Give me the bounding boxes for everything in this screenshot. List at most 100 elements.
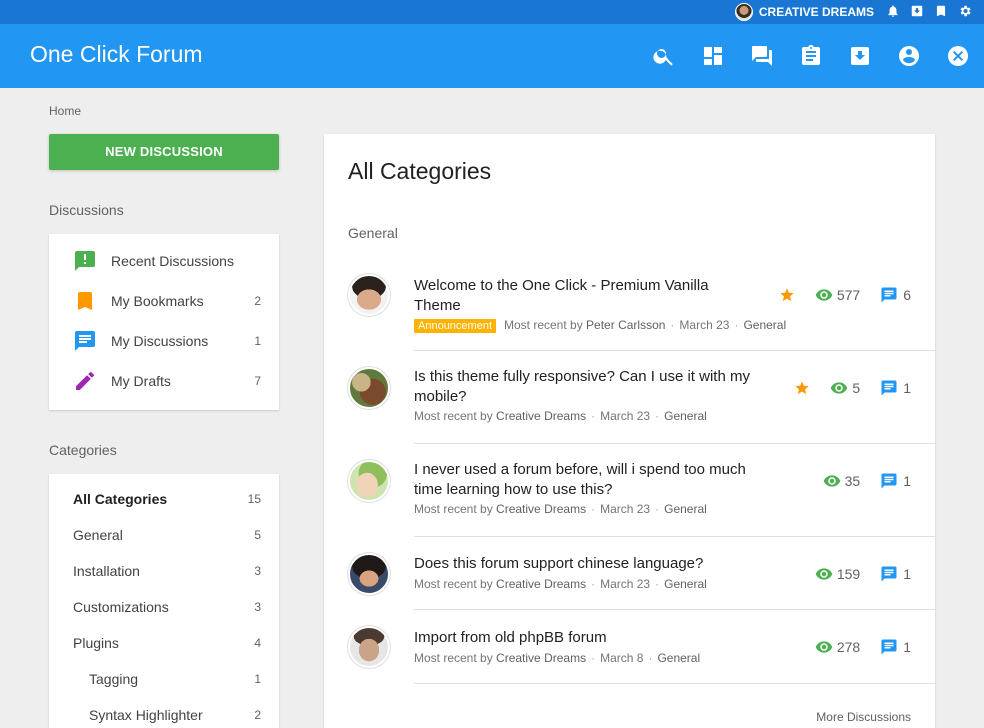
- category-label: Tagging: [89, 671, 139, 687]
- row-divider: [414, 683, 935, 684]
- comment-icon: [880, 472, 898, 490]
- category-label: General: [73, 527, 123, 543]
- category-count: 15: [247, 492, 261, 506]
- author-link[interactable]: Creative Dreams: [496, 651, 586, 665]
- download-icon[interactable]: [910, 4, 924, 18]
- author-link[interactable]: Creative Dreams: [496, 502, 586, 516]
- page-title: All Categories: [348, 158, 492, 184]
- discussion-stats: 577 6: [779, 286, 911, 304]
- comment-count: 1: [903, 380, 911, 396]
- discussion-meta: Most recent by Creative Dreams · March 23 ·…: [414, 577, 707, 591]
- announcement-badge: Announcement: [414, 319, 496, 333]
- avatar[interactable]: [348, 274, 390, 316]
- eye-icon: [830, 379, 848, 397]
- account-icon[interactable]: [897, 44, 921, 68]
- discussions-list-panel: All Categories General Welcome to the On…: [324, 134, 935, 728]
- search-icon[interactable]: [652, 44, 676, 68]
- breadcrumb[interactable]: Home: [49, 104, 81, 118]
- view-count: 577: [836, 287, 861, 303]
- sidebar-item-my-discussions[interactable]: My Discussions 1: [49, 321, 279, 361]
- category-subtitle[interactable]: General: [348, 225, 398, 241]
- category-label: Customizations: [73, 599, 169, 615]
- discussion-date: March 23: [679, 318, 730, 332]
- discussion-title[interactable]: I never used a forum before, will i spen…: [414, 460, 754, 500]
- category-item-syntax-highlighter[interactable]: Syntax Highlighter 2: [49, 697, 279, 728]
- avatar[interactable]: [348, 553, 390, 595]
- discussion-date: March 23: [600, 409, 651, 423]
- discussion-row[interactable]: Does this forum support chinese language…: [324, 537, 935, 610]
- discussion-row[interactable]: I never used a forum before, will i spen…: [324, 444, 935, 537]
- star-icon[interactable]: [779, 287, 795, 303]
- view-count: 5: [852, 380, 861, 396]
- category-item-all[interactable]: All Categories 15: [49, 481, 279, 517]
- star-icon[interactable]: [794, 380, 810, 396]
- discussion-title[interactable]: Does this forum support chinese language…: [414, 554, 754, 574]
- sidebar-item-count: 2: [254, 294, 261, 308]
- category-item-tagging[interactable]: Tagging 1: [49, 661, 279, 697]
- discussion-row[interactable]: Is this theme fully responsive? Can I us…: [324, 351, 935, 444]
- comment-count: 1: [903, 566, 911, 582]
- bookmark-icon[interactable]: [934, 4, 948, 18]
- category-count: 3: [254, 564, 261, 578]
- sidebar-item-my-bookmarks[interactable]: My Bookmarks 2: [49, 281, 279, 321]
- sidebar-item-recent-discussions[interactable]: Recent Discussions: [49, 241, 279, 281]
- discussion-title[interactable]: Is this theme fully responsive? Can I us…: [414, 367, 754, 407]
- discussion-row[interactable]: Import from old phpBB forum Most recent …: [324, 610, 935, 684]
- author-link[interactable]: Peter Carlsson: [586, 318, 665, 332]
- avatar[interactable]: [348, 460, 390, 502]
- category-link[interactable]: General: [743, 318, 786, 332]
- discussion-stats: 278 1: [815, 638, 911, 656]
- eye-icon: [815, 565, 833, 583]
- sidebar-item-label: Recent Discussions: [111, 253, 234, 269]
- user-menu[interactable]: CREATIVE DREAMS: [734, 3, 874, 21]
- download-box-icon[interactable]: [848, 44, 872, 68]
- recent-discussions-icon: [73, 249, 97, 273]
- category-count: 1: [254, 672, 261, 686]
- app-header: One Click Forum: [0, 24, 984, 88]
- discussions-panel: Recent Discussions My Bookmarks 2 My Dis…: [49, 234, 279, 410]
- top-bar: CREATIVE DREAMS: [0, 0, 984, 24]
- discussion-meta: Most recent by Creative Dreams · March 23 ·…: [414, 502, 707, 516]
- close-icon[interactable]: [946, 44, 970, 68]
- category-label: Syntax Highlighter: [89, 707, 203, 723]
- category-item-general[interactable]: General 5: [49, 517, 279, 553]
- author-link[interactable]: Creative Dreams: [496, 409, 586, 423]
- comment-icon: [880, 379, 898, 397]
- author-link[interactable]: Creative Dreams: [496, 577, 586, 591]
- most-recent-by-label: Most recent by: [414, 409, 493, 423]
- categories-panel: All Categories 15 General 5 Installation…: [49, 474, 279, 728]
- dashboard-icon[interactable]: [701, 44, 725, 68]
- pencil-icon: [73, 369, 97, 393]
- comment-count: 1: [903, 473, 911, 489]
- view-count: 278: [836, 639, 861, 655]
- clipboard-icon[interactable]: [799, 44, 823, 68]
- gear-icon[interactable]: [958, 4, 972, 18]
- discussion-title[interactable]: Import from old phpBB forum: [414, 628, 754, 648]
- discussion-row[interactable]: Welcome to the One Click - Premium Vanil…: [324, 260, 935, 351]
- sidebar-item-my-drafts[interactable]: My Drafts 7: [49, 361, 279, 401]
- category-link[interactable]: General: [664, 409, 707, 423]
- comment-icon: [73, 329, 97, 353]
- category-count: 4: [254, 636, 261, 650]
- category-link[interactable]: General: [657, 651, 700, 665]
- category-count: 5: [254, 528, 261, 542]
- category-link[interactable]: General: [664, 502, 707, 516]
- avatar[interactable]: [348, 626, 390, 668]
- category-item-installation[interactable]: Installation 3: [49, 553, 279, 589]
- category-link[interactable]: General: [664, 577, 707, 591]
- new-discussion-button[interactable]: NEW DISCUSSION: [49, 134, 279, 170]
- forum-icon[interactable]: [750, 44, 774, 68]
- comment-icon: [880, 286, 898, 304]
- bell-icon[interactable]: [886, 4, 900, 18]
- more-discussions-link[interactable]: More Discussions: [816, 710, 911, 724]
- sidebar-item-label: My Drafts: [111, 373, 171, 389]
- avatar[interactable]: [348, 367, 390, 409]
- categories-heading: Categories: [49, 442, 117, 458]
- discussion-title[interactable]: Welcome to the One Click - Premium Vanil…: [414, 276, 754, 316]
- site-title[interactable]: One Click Forum: [30, 41, 203, 68]
- category-label: Plugins: [73, 635, 119, 651]
- most-recent-by-label: Most recent by: [414, 651, 493, 665]
- category-item-customizations[interactable]: Customizations 3: [49, 589, 279, 625]
- category-item-plugins[interactable]: Plugins 4: [49, 625, 279, 661]
- view-count: 35: [844, 473, 861, 489]
